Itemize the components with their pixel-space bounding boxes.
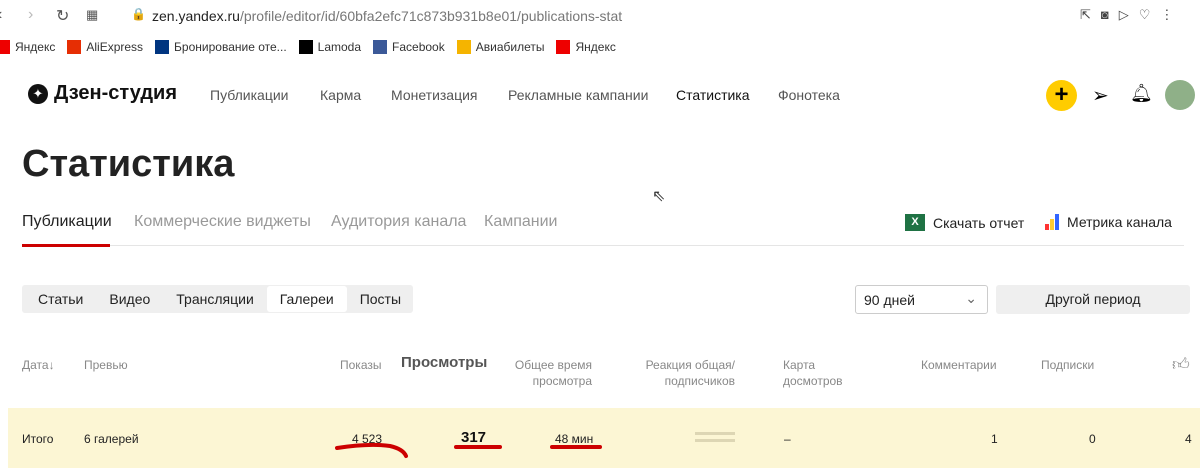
mouse-cursor-icon: ⇖ (652, 188, 666, 205)
red-underline-annotations (335, 442, 602, 458)
